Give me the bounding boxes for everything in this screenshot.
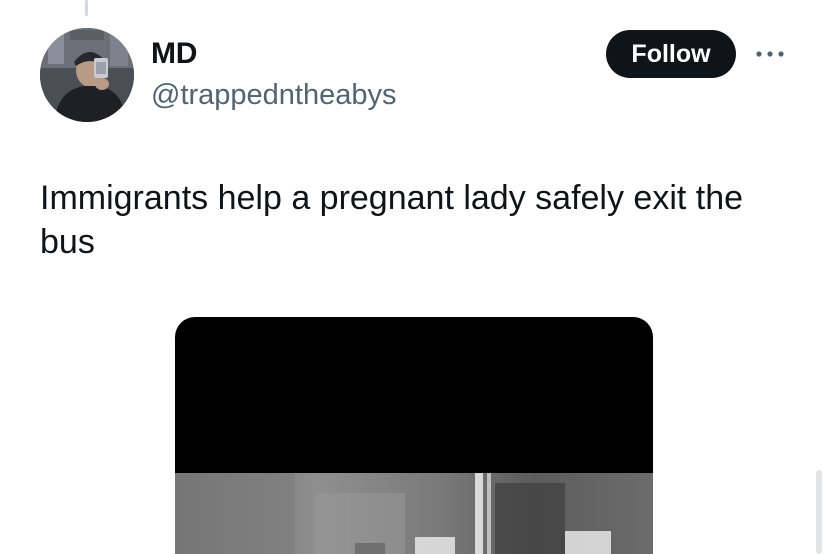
avatar-photo xyxy=(40,28,134,122)
video-frame xyxy=(175,473,653,554)
more-options-button[interactable] xyxy=(754,40,786,68)
avatar[interactable] xyxy=(40,28,134,122)
tweet-video[interactable] xyxy=(175,317,653,554)
more-horizontal-icon xyxy=(756,51,784,57)
author-handle[interactable]: @trappedntheabys xyxy=(151,78,397,112)
thread-connector-line xyxy=(85,0,88,16)
author-name[interactable]: MD xyxy=(151,37,197,71)
tweet-text: Immigrants help a pregnant lady safely e… xyxy=(40,179,744,261)
follow-button[interactable]: Follow xyxy=(606,30,736,78)
scrollbar[interactable] xyxy=(816,470,822,554)
tweet-page: MD @trappedntheabys Follow Immigrants he… xyxy=(0,0,828,554)
